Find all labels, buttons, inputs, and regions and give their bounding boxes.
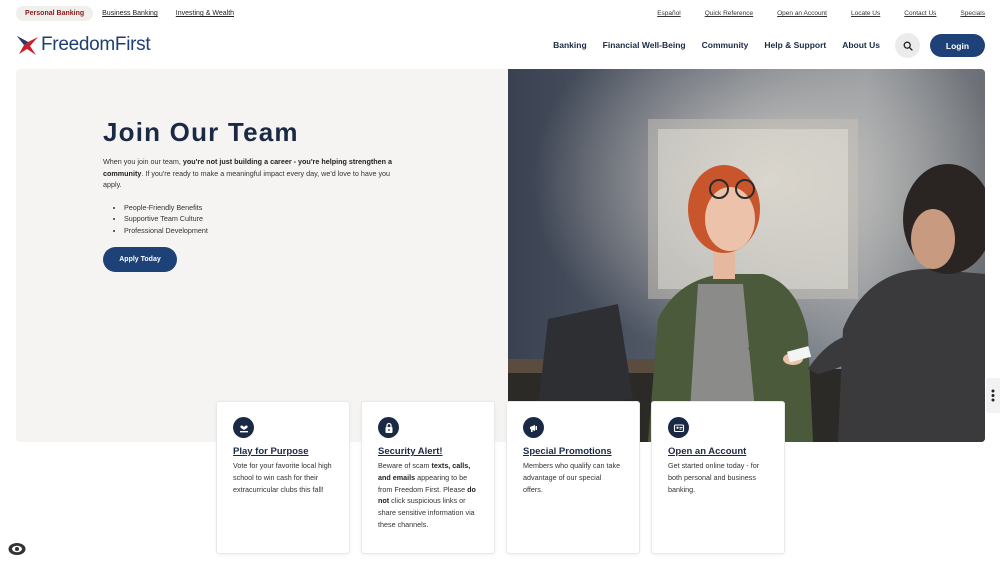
login-button[interactable]: Login [930,34,985,57]
util-link-quick-reference[interactable]: Quick Reference [705,10,753,17]
card-body-text: Members who qualify can take advantage o… [523,461,621,494]
segment-business-banking[interactable]: Business Banking [93,6,167,21]
card-body-text: Beware of scam [378,461,432,470]
card-body: Get started online today - for both pers… [668,460,768,495]
card-title[interactable]: Security Alert! [378,446,478,457]
util-link-locate-us[interactable]: Locate Us [851,10,880,17]
benefits-list: People-Friendly Benefits Supportive Team… [124,202,403,237]
search-button[interactable] [895,33,920,58]
main-nav: FreedomFirst Banking Financial Well-Bein… [0,28,1000,66]
megaphone-icon [523,417,544,438]
util-link-contact-us[interactable]: Contact Us [904,10,936,17]
util-link-open-account[interactable]: Open an Account [777,10,827,17]
card-security-alert: Security Alert! Beware of scam texts, ca… [361,401,495,554]
apply-today-button[interactable]: Apply Today [103,246,177,272]
util-link-specials[interactable]: Specials [960,10,985,17]
lock-icon [378,417,399,438]
hero-text: Join Our Team When you join our team, yo… [103,117,403,272]
account-card-icon [668,417,689,438]
list-item: People-Friendly Benefits [124,202,403,214]
utility-links: Español Quick Reference Open an Account … [633,10,985,17]
card-title[interactable]: Special Promotions [523,446,623,457]
util-link-espanol[interactable]: Español [657,10,681,17]
primary-nav: Banking Financial Well-Being Community H… [537,40,880,50]
utility-bar: Personal Banking Business Banking Invest… [0,0,1000,28]
nav-about-us[interactable]: About Us [842,40,880,50]
accessibility-eye-icon [8,543,26,555]
hero-title: Join Our Team [103,117,299,147]
nav-financial-well-being[interactable]: Financial Well-Being [603,40,686,50]
nav-banking[interactable]: Banking [553,40,587,50]
logo-text: FreedomFirst [41,34,151,55]
floating-menu-button[interactable] [986,378,1000,413]
card-title[interactable]: Open an Account [668,446,768,457]
card-open-account: Open an Account Get started online today… [651,401,785,554]
hero-body-part-2: . If you're ready to make a meaningful i… [103,168,391,190]
list-item: Professional Development [124,225,403,237]
freedomfirst-logo-icon [17,36,38,55]
card-title[interactable]: Play for Purpose [233,446,333,457]
hero-section: Join Our Team When you join our team, yo… [16,69,985,442]
card-body: Vote for your favorite local high school… [233,460,333,495]
hand-heart-icon [233,417,254,438]
hero-body: When you join our team, you're not just … [103,156,403,191]
search-icon [903,41,913,51]
card-body: Members who qualify can take advantage o… [523,460,623,495]
nav-community[interactable]: Community [702,40,749,50]
segment-personal-banking[interactable]: Personal Banking [16,6,94,21]
card-body: Beware of scam texts, calls, and emails … [378,460,478,531]
card-body-text: Vote for your favorite local high school… [233,461,332,494]
segment-investing-wealth[interactable]: Investing & Wealth [167,6,243,21]
accessibility-button[interactable] [8,542,26,556]
card-play-for-purpose: Play for Purpose Vote for your favorite … [216,401,350,554]
card-special-promotions: Special Promotions Members who qualify c… [506,401,640,554]
card-body-text: click suspicious links or share sensitiv… [378,496,475,529]
segment-switcher: Personal Banking Business Banking Invest… [16,6,243,21]
more-vertical-icon [991,389,995,402]
nav-help-support[interactable]: Help & Support [764,40,826,50]
list-item: Supportive Team Culture [124,213,403,225]
hero-photo [508,69,985,442]
card-body-text: Get started online today - for both pers… [668,461,760,494]
logo-link[interactable]: FreedomFirst [16,33,151,57]
hero-body-part-1: When you join our team, [103,157,183,166]
